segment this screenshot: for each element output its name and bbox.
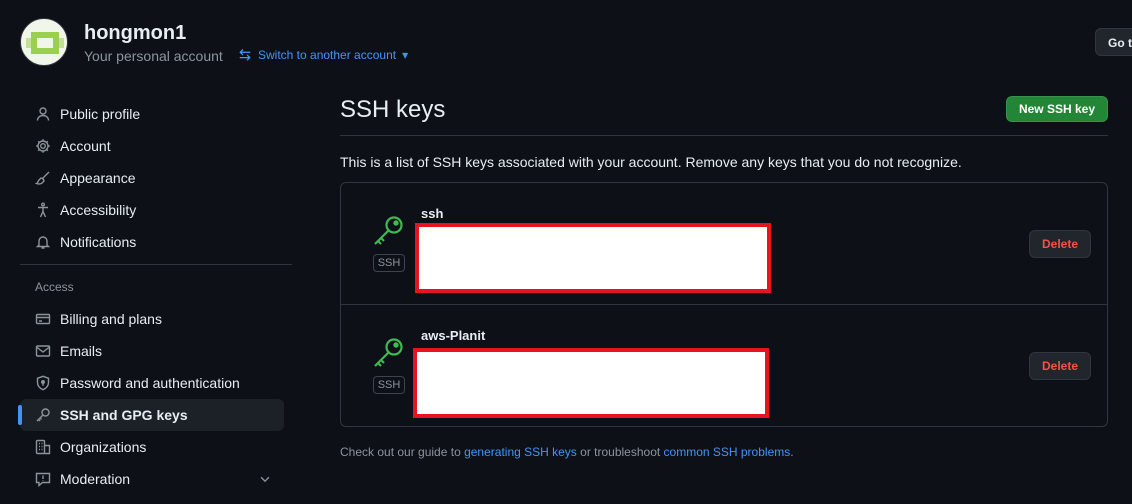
ssh-key-title: ssh: [421, 206, 444, 221]
sidebar-item-label: Billing and plans: [60, 311, 162, 327]
shield-lock-icon: [35, 375, 51, 391]
ssh-keys-description: This is a list of SSH keys associated wi…: [340, 154, 962, 170]
sidebar-item-appearance[interactable]: Appearance: [20, 162, 284, 194]
ssh-key-row: SSH ssh Delete: [341, 183, 1107, 304]
sidebar-item-label: Organizations: [60, 439, 147, 455]
mail-icon: [35, 343, 51, 359]
sidebar-heading-access: Access: [35, 280, 74, 294]
title-divider: [340, 135, 1108, 136]
ssh-type-badge: SSH: [373, 254, 405, 272]
guide-prefix: Check out our guide to: [340, 445, 465, 459]
key-icon: [371, 335, 407, 371]
sidebar-item-account[interactable]: Account: [20, 130, 284, 162]
sidebar-item-ssh-gpg-keys[interactable]: SSH and GPG keys: [18, 399, 284, 431]
sidebar-item-organizations[interactable]: Organizations: [20, 431, 284, 463]
guide-middle: or troubleshoot: [576, 445, 664, 459]
sidebar-item-label: Appearance: [60, 170, 136, 186]
credit-card-icon: [35, 311, 51, 327]
sidebar-item-notifications[interactable]: Notifications: [20, 226, 284, 258]
account-username: hongmon1: [84, 22, 187, 44]
switch-account-link[interactable]: Switch to another account ▾: [238, 48, 408, 62]
ssh-key-list: SSH ssh Delete SSH aws-Planit Delete: [340, 182, 1108, 427]
sidebar-item-accessibility[interactable]: Accessibility: [20, 194, 284, 226]
chevron-down-icon: [260, 476, 270, 483]
caret-down-icon: ▾: [402, 48, 409, 62]
paintbrush-icon: [35, 170, 51, 186]
sidebar-item-label: Moderation: [60, 471, 131, 487]
new-ssh-key-button[interactable]: New SSH key: [1005, 96, 1108, 122]
sidebar-item-label: SSH and GPG keys: [60, 407, 188, 423]
gear-icon: [35, 138, 51, 154]
organization-icon: [35, 439, 51, 455]
sidebar-divider: [20, 264, 292, 265]
guide-suffix: .: [790, 445, 794, 459]
switch-account-label: Switch to another account: [258, 48, 397, 62]
avatar[interactable]: [20, 18, 68, 66]
report-icon: [35, 471, 51, 487]
sidebar-item-label: Public profile: [60, 106, 141, 122]
delete-key-button[interactable]: Delete: [1029, 230, 1091, 258]
sidebar-item-password-auth[interactable]: Password and authentication: [20, 367, 284, 399]
ssh-key-title: aws-Planit: [421, 328, 486, 343]
common-ssh-problems-link[interactable]: common SSH problems: [664, 445, 791, 459]
account-subtitle: Your personal account: [84, 48, 223, 64]
redacted-fingerprint: [413, 348, 769, 418]
person-icon: [35, 106, 51, 122]
ssh-key-row: SSH aws-Planit Delete: [341, 304, 1107, 425]
redacted-fingerprint: [415, 223, 771, 293]
sidebar-item-label: Emails: [60, 343, 103, 359]
ssh-type-badge: SSH: [373, 376, 405, 394]
ssh-guide-text: Check out our guide to generating SSH ke…: [340, 445, 794, 459]
sidebar-item-public-profile[interactable]: Public profile: [20, 98, 284, 130]
key-icon: [371, 213, 407, 249]
go-to-profile-button[interactable]: Go to your personal profile: [1095, 28, 1132, 56]
sidebar-item-label: Notifications: [60, 234, 137, 250]
sidebar-item-label: Password and authentication: [60, 375, 240, 391]
sidebar-item-moderation[interactable]: Moderation: [20, 463, 284, 495]
accessibility-icon: [35, 202, 51, 218]
generating-ssh-keys-link[interactable]: generating SSH keys: [464, 445, 577, 459]
sidebar-item-label: Account: [60, 138, 111, 154]
sidebar-item-billing[interactable]: Billing and plans: [20, 303, 284, 335]
delete-key-button[interactable]: Delete: [1029, 352, 1091, 380]
arrow-switch-icon: [238, 48, 252, 62]
settings-sidebar: Public profile Account Appearance Access…: [18, 98, 292, 495]
sidebar-item-emails[interactable]: Emails: [20, 335, 284, 367]
page-title: SSH keys: [340, 96, 446, 123]
sidebar-item-label: Accessibility: [60, 202, 137, 218]
key-icon: [35, 407, 51, 423]
bell-icon: [35, 234, 51, 250]
